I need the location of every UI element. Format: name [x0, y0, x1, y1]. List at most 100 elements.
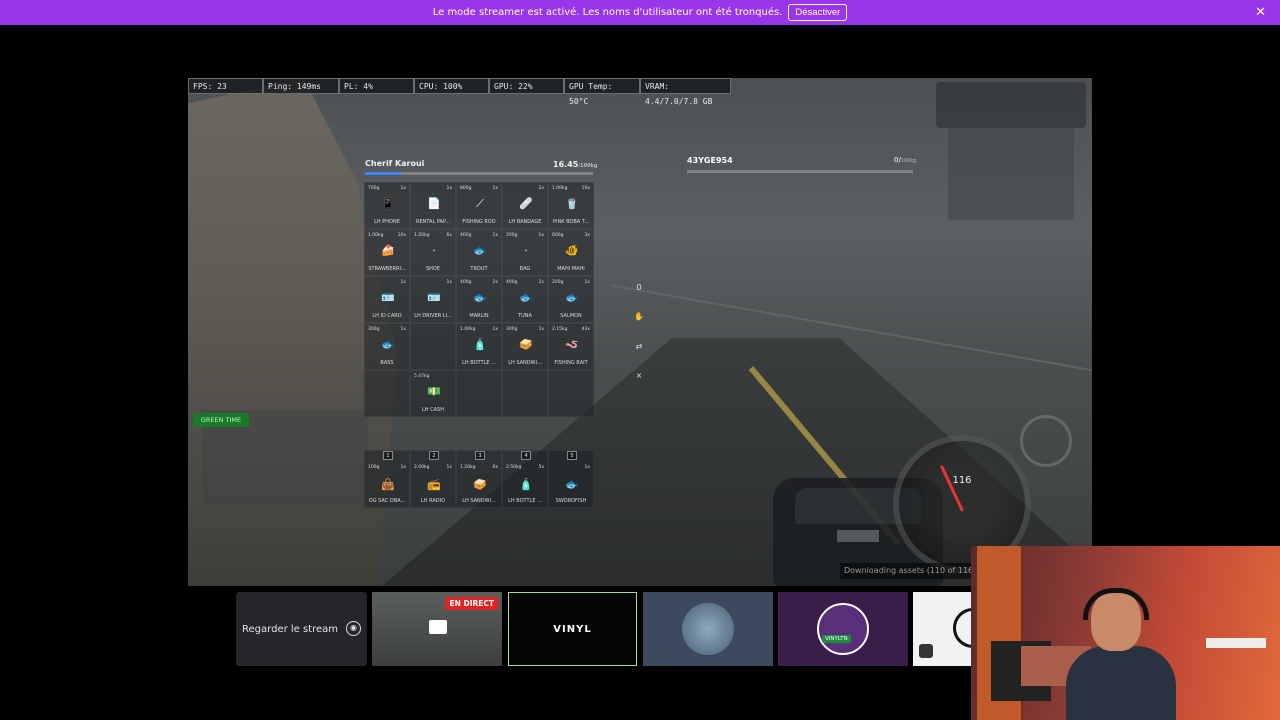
inventory-slot[interactable]: 1x 📄 RENTAL PAP...	[410, 182, 456, 229]
inventory-slot[interactable]: 1.00kg 10x 🥤 PINK BOBA T...	[548, 182, 594, 229]
hotbar-slot[interactable]: 5 1x 🐟 SWORDFISH	[548, 450, 594, 508]
participant-group[interactable]	[643, 592, 773, 666]
item-label: LH BOTTLE ...	[462, 360, 496, 366]
inventory-slot[interactable]	[502, 370, 548, 417]
item-icon: 🪪	[427, 291, 441, 304]
item-icon: 🥪	[473, 478, 487, 491]
item-quantity: 1x	[400, 465, 406, 470]
hotbar-slot[interactable]: 3 1.20kg 6x 🥪 LH SANDWI...	[456, 450, 502, 508]
watch-stream-button[interactable]: Regarder le stream ◉	[236, 592, 367, 666]
item-weight: 1.00kg	[552, 186, 568, 191]
item-icon: ·	[432, 244, 436, 257]
inventory-slot[interactable]: 1x 🪪 LH DRIVER LI...	[410, 276, 456, 323]
item-quantity: 1x	[492, 233, 498, 238]
avatar	[817, 603, 869, 655]
hotbar-number: 5	[567, 451, 577, 460]
item-quantity: 1x	[446, 186, 452, 191]
inventory-slot[interactable]: 400g 2x 🐟 MARLIN	[456, 276, 502, 323]
inventory-slot[interactable]: 2x 🩹 LH BANDAGE	[502, 182, 548, 229]
give-icon[interactable]: ⇄	[632, 342, 646, 351]
amount-input[interactable]: 0	[632, 283, 646, 292]
inventory-slot[interactable]: 1.00kg 10x 🍰 STRAWBERRI...	[364, 229, 410, 276]
item-quantity: 1x	[584, 465, 590, 470]
item-icon: 📱	[381, 197, 395, 210]
item-icon	[426, 338, 442, 352]
item-quantity: 3x	[584, 233, 590, 238]
inventory-weight-bar	[365, 172, 593, 175]
inventory-slot[interactable]: 400g 1x 🐟 TROUT	[456, 229, 502, 276]
hud-list	[948, 118, 1074, 220]
inventory-slot[interactable]: 300g 1x 🥪 LH SANDWI...	[502, 323, 548, 370]
inventory-slot[interactable]: 700g 1x 📱 LH PHONE	[364, 182, 410, 229]
hotbar-number: 2	[429, 451, 439, 460]
participant-camera[interactable]	[913, 592, 973, 666]
inventory-slot[interactable]	[364, 370, 410, 417]
inventory-slot[interactable]: 200g 1x · BAG	[502, 229, 548, 276]
inventory-slot[interactable]	[456, 370, 502, 417]
speed-needle	[940, 465, 964, 512]
inventory-slot[interactable]: 300g 1x 🐟 BASS	[364, 323, 410, 370]
hotbar-slot[interactable]: 1 100g 1x 👜 OG SAC DBA...	[364, 450, 410, 508]
gpu-temp-stat: GPU Temp: 50°C	[564, 78, 640, 106]
hotbar-number: 1	[383, 451, 393, 460]
item-icon: ·	[524, 244, 528, 257]
camera-off-icon	[919, 644, 933, 658]
inventory-slot[interactable]: 5.47kg 💵 LH CASH	[410, 370, 456, 417]
item-label: LH CASH	[422, 407, 444, 413]
item-quantity: 5x	[538, 465, 544, 470]
inventory-slot[interactable]: 1.20kg 6x · SHOE	[410, 229, 456, 276]
speed-value: 116	[952, 475, 972, 486]
inventory-slot[interactable]: 2.15kg 43x 🪱 FISHING BAIT	[548, 323, 594, 370]
watch-stream-label: Regarder le stream	[242, 623, 339, 635]
use-icon[interactable]: ✋	[632, 312, 646, 321]
performance-stats-bar: FPS: 23 Ping: 149ms PL: 4% CPU: 100% GPU…	[188, 78, 731, 106]
item-quantity: 1x	[446, 465, 452, 470]
download-status: Downloading assets (110 of 116)	[840, 563, 975, 579]
inventory-slot[interactable]: 200g 1x 🐟 SALMON	[548, 276, 594, 323]
inventory-slot[interactable]: 1x 🪪 LH ID CARD	[364, 276, 410, 323]
item-label: OG SAC DBA...	[368, 498, 406, 504]
item-weight: 200g	[506, 233, 518, 238]
item-label: LH BANDAGE	[508, 219, 542, 225]
disable-streamer-mode-button[interactable]: Désactiver	[788, 4, 848, 21]
hotbar-slot[interactable]: 2 2.00kg 1x 📻 LH RADIO	[410, 450, 456, 508]
item-weight: 2.50kg	[506, 465, 522, 470]
item-weight: 200g	[552, 280, 564, 285]
inventory-slot[interactable]: 800g 1x ⟋ FISHING ROD	[456, 182, 502, 229]
banner-message: Le mode streamer est activé. Les noms d'…	[432, 7, 783, 18]
item-weight: 300g	[506, 327, 518, 332]
item-weight: 100g	[368, 465, 380, 470]
inventory-slot[interactable]: 1.00kg 1x 🧴 LH BOTTLE ...	[456, 323, 502, 370]
webcam-overlay	[971, 546, 1280, 720]
item-icon: 🐟	[473, 244, 487, 257]
item-icon: 🧴	[519, 478, 533, 491]
item-quantity: 6x	[492, 465, 498, 470]
close-inventory-icon[interactable]: ×	[632, 371, 646, 380]
inventory-slot[interactable]: 400g 2x 🐟 TUNA	[502, 276, 548, 323]
gpu-stat: GPU: 22%	[489, 78, 564, 94]
item-quantity: 1x	[492, 186, 498, 191]
item-icon	[518, 385, 534, 399]
item-quantity: 2x	[538, 280, 544, 285]
item-quantity: 10x	[581, 186, 590, 191]
item-weight: 600g	[552, 233, 564, 238]
hotbar-number: 3	[475, 451, 485, 460]
item-quantity: 1x	[446, 280, 452, 285]
item-label: TUNA	[518, 313, 532, 319]
item-weight: 400g	[506, 280, 518, 285]
close-icon[interactable]: ✕	[1255, 5, 1266, 20]
inventory-grid: 700g 1x 📱 LH PHONE 1x 📄 RENTAL PAP... 800g 1x ⟋ FI…	[364, 182, 594, 417]
stream-thumbnail-live[interactable]: EN DIRECT	[372, 592, 502, 666]
inventory-slot[interactable]	[410, 323, 456, 370]
participant-vinyltn[interactable]: VINYLTN	[778, 592, 908, 666]
hotbar-slot[interactable]: 4 2.50kg 5x 🧴 LH BOTTLE ...	[502, 450, 548, 508]
inventory-slot[interactable]	[548, 370, 594, 417]
vram-stat: VRAM: 4.4/7.0/7.8 GB	[640, 78, 731, 106]
item-label: BAG	[519, 266, 531, 272]
item-icon	[380, 385, 396, 399]
item-icon: 💵	[427, 385, 441, 398]
item-label: PINK BOBA T...	[552, 219, 590, 225]
item-label: TROUT	[470, 266, 488, 272]
participant-vinyl[interactable]: VINYL	[508, 592, 637, 666]
inventory-slot[interactable]: 600g 3x 🐠 MAHI MAHI	[548, 229, 594, 276]
